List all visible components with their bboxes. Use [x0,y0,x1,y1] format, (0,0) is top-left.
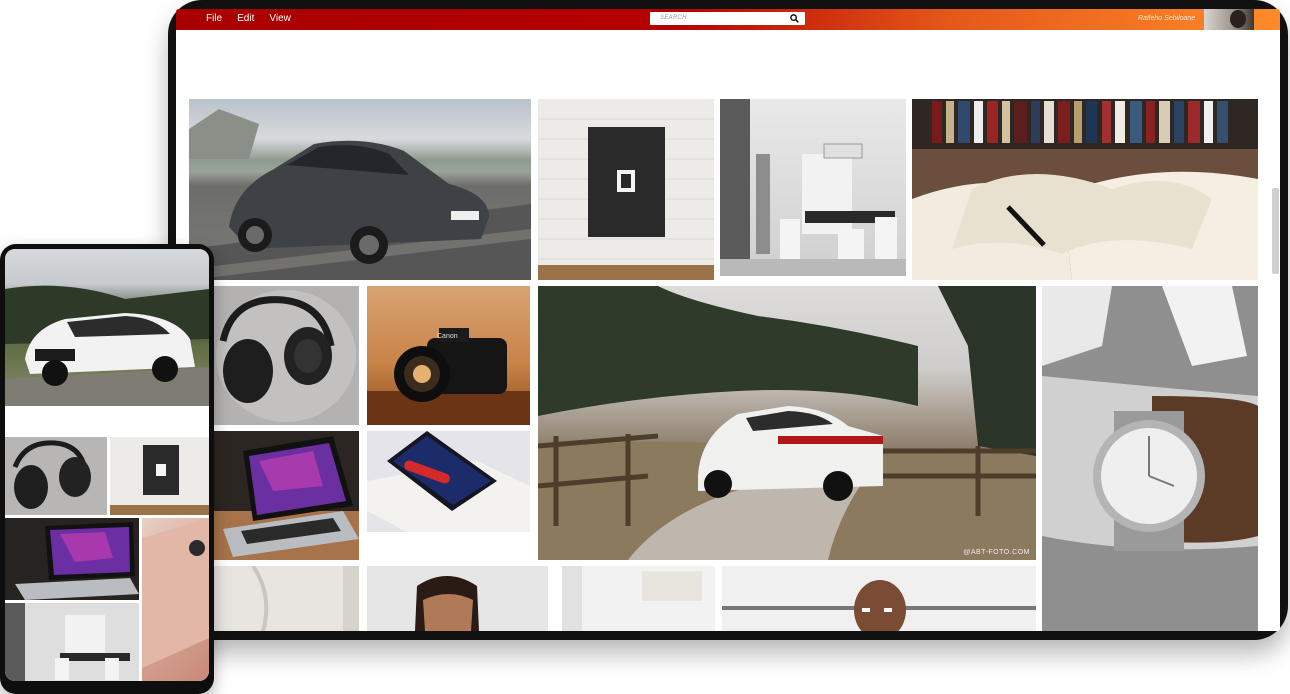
phone-photo-laptop[interactable] [5,518,139,600]
photo-white-room[interactable] [562,566,715,631]
poster-frame-shape [110,445,209,515]
phone-device [0,244,214,694]
photo-wrist-watch[interactable] [1042,286,1258,631]
search-box[interactable]: SEARCH [650,12,805,25]
mercedes-car-shape [189,109,531,280]
headphones-shape [12,440,91,509]
phone-photo-headphones[interactable] [5,437,107,515]
scrollbar-thumb[interactable] [1272,188,1279,274]
phone-photo-poster-frame[interactable] [110,437,209,515]
open-book-shape [912,99,1258,280]
svg-text:Canon: Canon [437,333,458,340]
photo-man-portrait[interactable] [367,566,548,631]
rose-gold-phone-shape [142,518,209,668]
poster-frame-shape [538,118,714,280]
avatar[interactable] [1204,9,1254,30]
phone-photo-dining-room[interactable] [5,603,139,681]
photo-marble-wall[interactable] [213,566,359,631]
photo-canon-camera[interactable]: Canon [367,286,530,425]
laptop-shape [15,522,139,600]
phone-photo-rose-gold-phone[interactable] [142,518,209,681]
photo-laptop[interactable] [213,431,359,560]
audi-suv-road-shape [538,286,1036,560]
menu-bar: File Edit View [206,12,291,26]
phone-screen [5,249,209,681]
headphones-shape [216,290,356,422]
dining-room-shape [720,99,906,276]
search-input[interactable]: SEARCH [660,12,780,25]
tablet-device: File Edit View SEARCH Ratleho Sebiloane [168,0,1288,640]
photo-bald-man[interactable] [722,566,1036,631]
photo-audi-suv-road[interactable]: @ABT-FOTO.COM [538,286,1036,560]
menu-edit[interactable]: Edit [237,12,254,26]
bald-man-shape [722,580,1036,631]
photo-poster-frame[interactable] [538,99,714,280]
canon-camera-shape: Canon [367,328,530,425]
tablet-screen: File Edit View SEARCH Ratleho Sebiloane [176,9,1280,631]
wrist-watch-shape [1042,286,1258,631]
photo-headphones[interactable] [213,286,359,425]
top-menu-bar: File Edit View SEARCH Ratleho Sebiloane [176,9,1280,30]
audi-suv-shape [5,285,209,406]
photo-open-book[interactable] [912,99,1258,280]
search-icon[interactable] [790,14,799,23]
man-portrait-shape [415,576,479,631]
user-name[interactable]: Ratleho Sebiloane [1138,13,1195,25]
photo-dining-room[interactable] [720,99,906,276]
menu-file[interactable]: File [206,12,222,26]
photo-phone-on-box[interactable] [367,431,530,532]
phone-on-box-shape [367,431,530,532]
white-room-shape [562,566,702,631]
dining-room-shape [5,603,130,681]
marble-wall-shape [251,566,359,631]
photo-watermark: @ABT-FOTO.COM [963,549,1030,556]
phone-photo-audi-suv[interactable] [5,249,209,406]
menu-view[interactable]: View [269,12,291,26]
photo-mercedes-coupe[interactable] [189,99,531,280]
laptop-shape [213,436,359,560]
